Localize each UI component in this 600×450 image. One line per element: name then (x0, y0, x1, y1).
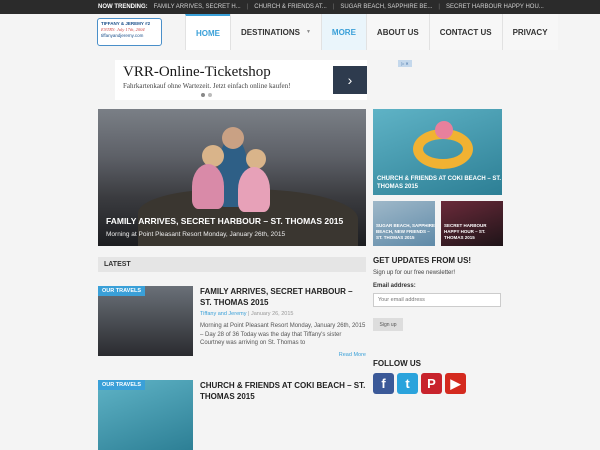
site-logo[interactable]: TIFFANY & JEREMY #2 ENTRY: July 17th, 20… (97, 18, 162, 46)
featured-side-small[interactable]: SUGAR BEACH, SAPPHIRE BEACH, NEW FRIENDS… (373, 201, 435, 246)
post-item: OUR TRAVELS CHURCH & FRIENDS AT COKI BEA… (98, 380, 366, 450)
ad-title: VRR-Online-Ticketshop (123, 64, 271, 80)
adchoices-icon[interactable]: ▷ ✕ (398, 60, 412, 67)
nav-contact[interactable]: CONTACT US (428, 14, 502, 50)
signup-button[interactable]: Sign up (373, 318, 403, 331)
side-big-title[interactable]: CHURCH & FRIENDS AT COKI BEACH – ST. THO… (377, 175, 502, 191)
twitter-icon[interactable]: t (397, 373, 418, 394)
hero-title[interactable]: FAMILY ARRIVES, SECRET HARBOUR – ST. THO… (106, 216, 343, 226)
ad-arrow-button[interactable]: › (333, 66, 367, 94)
trending-item[interactable]: FAMILY ARRIVES, SECRET H... (154, 4, 241, 10)
social-links: f t P ▶ (373, 373, 466, 394)
nav-destinations[interactable]: DESTINATIONS ▼ (230, 14, 321, 50)
category-badge[interactable]: OUR TRAVELS (98, 286, 146, 296)
post-author[interactable]: Tiffany and Jeremy (200, 311, 246, 317)
post-date: January 26, 2015 (250, 311, 294, 317)
hero-subtitle: Morning at Point Pleasant Resort Monday,… (106, 231, 286, 238)
post-item: OUR TRAVELS FAMILY ARRIVES, SECRET HARBO… (98, 286, 366, 358)
follow-title: FOLLOW US (373, 359, 421, 368)
side-small-title[interactable]: SUGAR BEACH, SAPPHIRE BEACH, NEW FRIENDS… (376, 223, 435, 241)
featured-hero[interactable]: FAMILY ARRIVES, SECRET HARBOUR – ST. THO… (98, 109, 366, 246)
featured-side-small[interactable]: SECRET HARBOUR HAPPY HOUR – ST. THOMAS 2… (441, 201, 503, 246)
chevron-right-icon: › (347, 72, 353, 88)
ad-banner[interactable]: VRR-Online-Ticketshop Fahrkartenkauf ohn… (115, 60, 367, 100)
nav-privacy[interactable]: PRIVACY (501, 14, 558, 50)
trending-item[interactable]: SUGAR BEACH, SAPPHIRE BE... (340, 4, 432, 10)
ad-subtitle: Fahrkartenkauf ohne Wartezeit. Jetzt ein… (123, 82, 291, 90)
nav-home[interactable]: HOME (185, 14, 230, 50)
ad-dots (201, 93, 212, 97)
ad-dot[interactable] (208, 93, 212, 97)
latest-header: LATEST (98, 257, 366, 272)
featured-side-big[interactable]: CHURCH & FRIENDS AT COKI BEACH – ST. THO… (373, 109, 502, 195)
email-label: Email address: (373, 283, 416, 289)
post-thumbnail[interactable] (98, 286, 193, 356)
chevron-down-icon: ▼ (305, 29, 311, 35)
pinterest-icon[interactable]: P (421, 373, 442, 394)
email-field[interactable] (373, 293, 501, 307)
nav-more[interactable]: MORE (320, 14, 366, 50)
post-meta: Tiffany and Jeremy | January 26, 2015 (200, 311, 294, 317)
post-title[interactable]: CHURCH & FRIENDS AT COKI BEACH – ST. THO… (200, 380, 366, 402)
trending-item[interactable]: CHURCH & FRIENDS AT... (254, 4, 327, 10)
side-small-title[interactable]: SECRET HARBOUR HAPPY HOUR – ST. THOMAS 2… (444, 223, 503, 241)
trending-bar: NOW TRENDING: FAMILY ARRIVES, SECRET H..… (0, 0, 600, 14)
ad-dot[interactable] (201, 93, 205, 97)
post-excerpt: Morning at Point Pleasant Resort Monday,… (200, 323, 366, 346)
updates-text: Sign up for our free newsletter! (373, 270, 456, 276)
read-more-link[interactable]: Read More (339, 352, 366, 358)
updates-title: GET UPDATES FROM US! (373, 256, 472, 265)
trending-item[interactable]: SECRET HARBOUR HAPPY HOU... (446, 4, 544, 10)
main-nav: HOME DESTINATIONS ▼ MORE ABOUT US CONTAC… (185, 14, 558, 50)
post-title[interactable]: FAMILY ARRIVES, SECRET HARBOUR – ST. THO… (200, 286, 366, 308)
post-thumbnail[interactable] (98, 380, 193, 450)
facebook-icon[interactable]: f (373, 373, 394, 394)
nav-about[interactable]: ABOUT US (365, 14, 429, 50)
youtube-icon[interactable]: ▶ (445, 373, 466, 394)
category-badge[interactable]: OUR TRAVELS (98, 380, 146, 390)
logo-line-3: tiffanyandjeremy.com (101, 33, 144, 38)
nav-destinations-label: DESTINATIONS (241, 27, 300, 37)
trending-label: NOW TRENDING: (98, 4, 148, 10)
